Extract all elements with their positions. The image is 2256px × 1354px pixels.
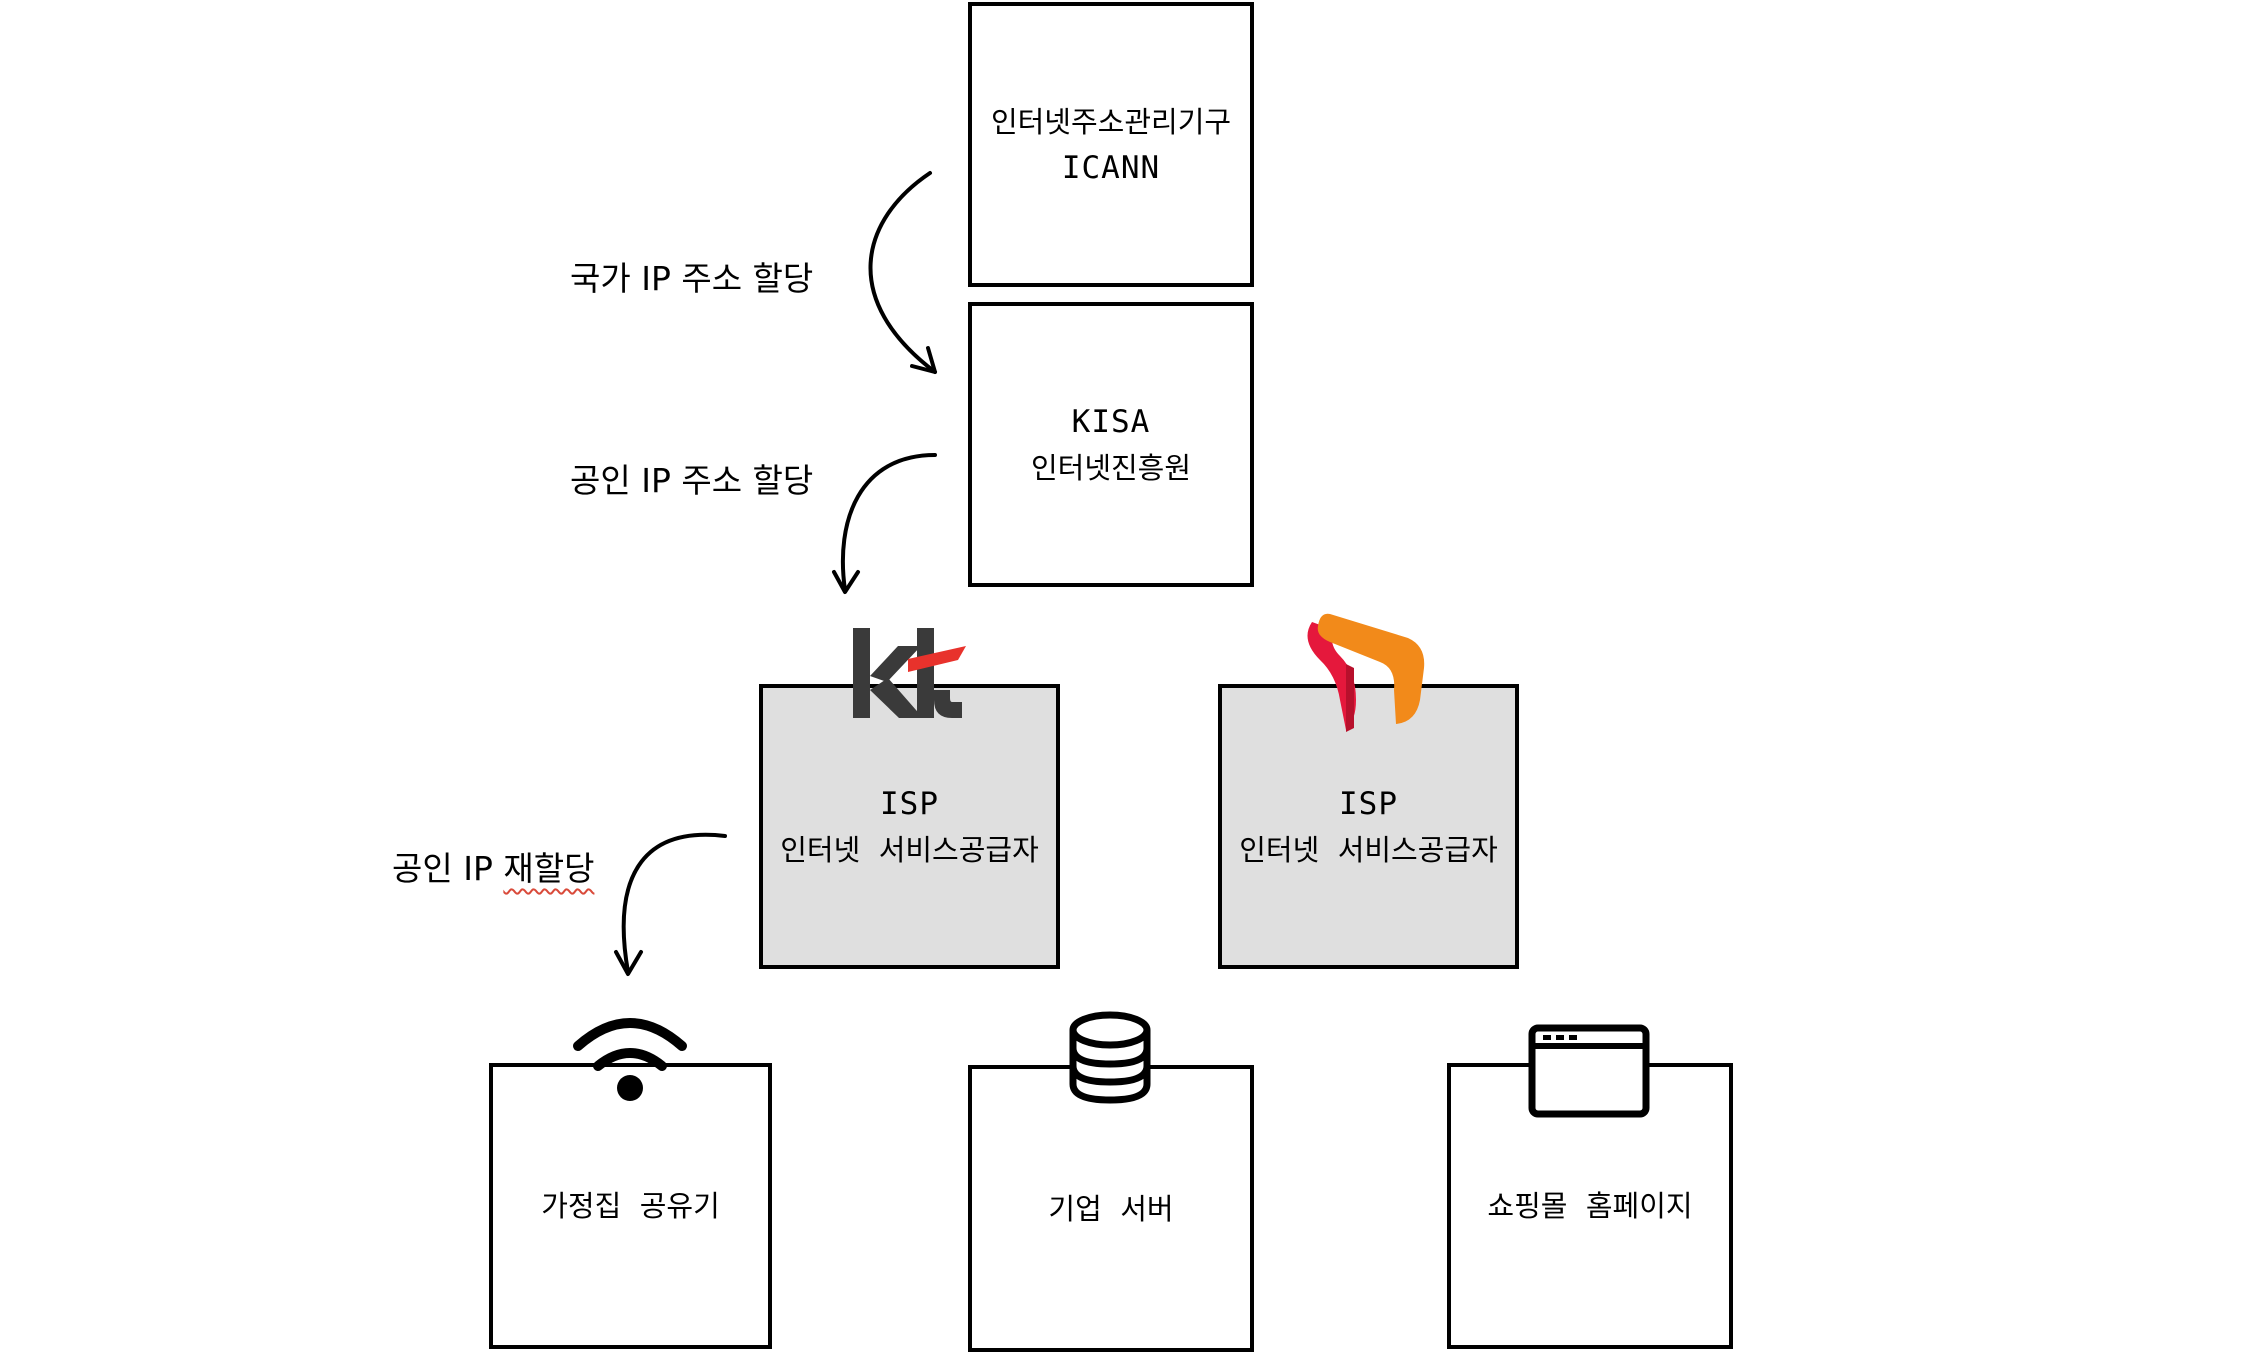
browser-window-icon [1528, 1024, 1650, 1118]
